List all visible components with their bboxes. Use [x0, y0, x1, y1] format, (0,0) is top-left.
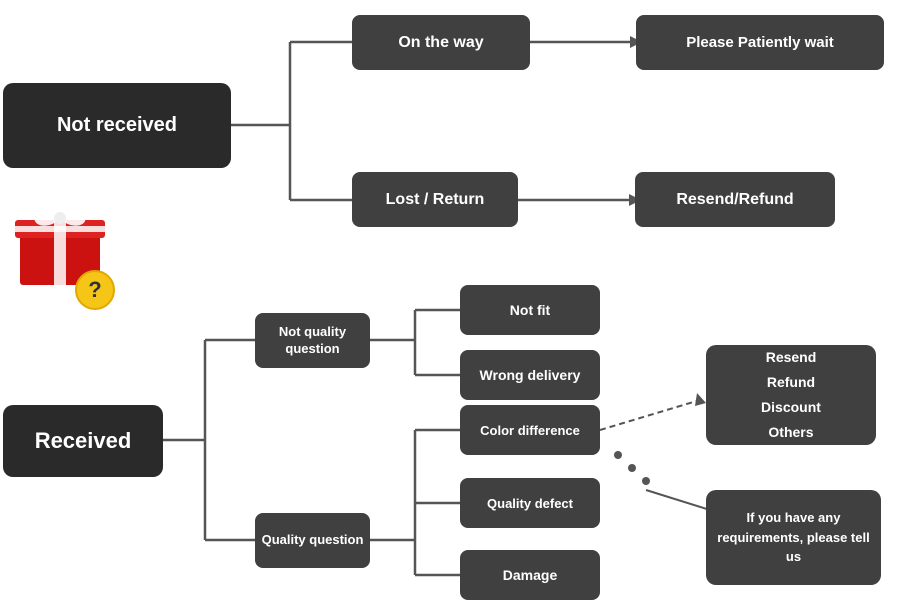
damage-node: Damage	[460, 550, 600, 600]
quality-defect-node: Quality defect	[460, 478, 600, 528]
resend-refund-options-node: Resend Refund Discount Others	[706, 345, 876, 445]
lost-return-node: Lost / Return	[352, 172, 518, 227]
tell-us-text: If you have any requirements, please tel…	[714, 508, 873, 567]
on-the-way-node: On the way	[352, 15, 530, 70]
not-quality-node: Not quality question	[255, 313, 370, 368]
wrong-delivery-node: Wrong delivery	[460, 350, 600, 400]
question-mark-badge: ?	[75, 270, 115, 310]
please-wait-node: Please Patiently wait	[636, 15, 884, 70]
not-fit-node: Not fit	[460, 285, 600, 335]
resend-refund-options-text: Resend Refund Discount Others	[761, 345, 821, 446]
received-node: Received	[3, 405, 163, 477]
flowchart-diagram: ? Not received On the way Please Patient…	[0, 0, 900, 599]
tell-us-node: If you have any requirements, please tel…	[706, 490, 881, 585]
quality-question-node: Quality question	[255, 513, 370, 568]
color-difference-node: Color difference	[460, 405, 600, 455]
not-received-node: Not received	[3, 83, 231, 168]
resend-refund-top-node: Resend/Refund	[635, 172, 835, 227]
